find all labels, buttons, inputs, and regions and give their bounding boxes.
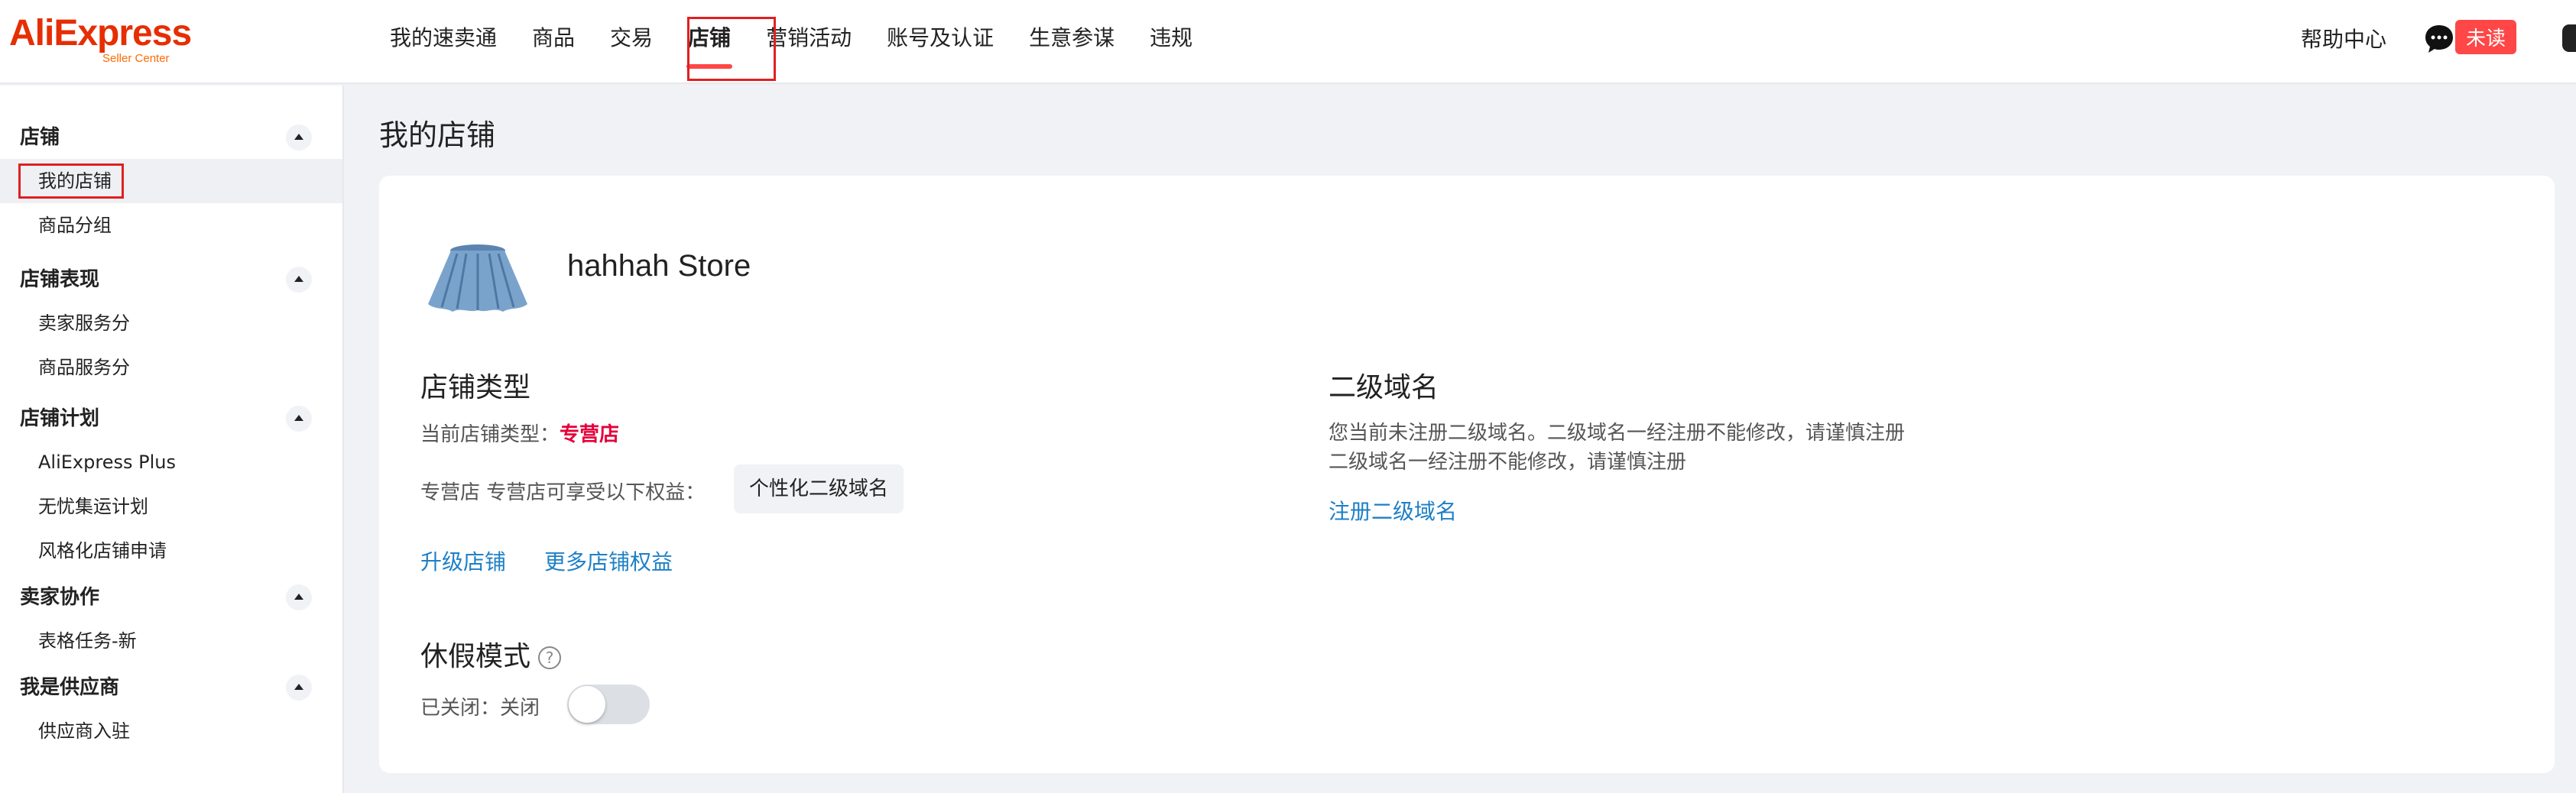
sidebar-item-sheet-tasks[interactable]: 表格任务-新: [0, 619, 342, 663]
nav-item-my-aliexpress[interactable]: 我的速卖通: [390, 0, 497, 79]
domain-desc-line-2: 二级域名一经注册不能修改，请谨慎注册: [1329, 451, 1687, 474]
benefit-tag-custom-domain: 个性化二级域名: [734, 464, 904, 513]
sidebar-item-product-groups[interactable]: 商品分组: [0, 203, 342, 248]
toggle-knob: [569, 686, 605, 723]
message-icon[interactable]: [2423, 23, 2455, 55]
logo-wordmark: AliExpress: [9, 13, 192, 53]
domain-desc-line-1: 您当前未注册二级域名。二级域名一经注册不能修改，请谨慎注册: [1329, 422, 1906, 445]
nav-item-orders[interactable]: 交易: [610, 0, 653, 79]
notification-bell-icon[interactable]: [2562, 24, 2576, 52]
sidebar-group-supplier: 我是供应商 供应商入驻: [0, 666, 342, 753]
register-domain-link[interactable]: 注册二级域名: [1329, 495, 1457, 526]
nav-item-marketing[interactable]: 营销活动: [766, 0, 852, 79]
store-type-title: 店铺类型: [420, 372, 531, 403]
upgrade-store-link[interactable]: 升级店铺: [420, 545, 506, 576]
sidebar-group-title[interactable]: 店铺表现: [0, 258, 342, 301]
logo-subtitle: Seller Center: [102, 52, 170, 65]
sidebar-group-performance: 店铺表现 卖家服务分 商品服务分: [0, 258, 342, 390]
collapse-caret-icon[interactable]: [286, 406, 312, 432]
sidebar-group-collaboration: 卖家协作 表格任务-新: [0, 576, 342, 663]
sidebar-item-aliexpress-plus[interactable]: AliExpress Plus: [0, 440, 342, 484]
current-store-type-row: 当前店铺类型：专营店: [420, 419, 619, 447]
vacation-mode-title: 休假模式: [420, 641, 531, 672]
sidebar-item-my-store[interactable]: 我的店铺: [0, 159, 342, 203]
collapse-caret-icon[interactable]: [286, 267, 312, 293]
nav-item-account[interactable]: 账号及认证: [887, 0, 994, 79]
sidebar-group-store: 店铺 我的店铺 商品分组: [0, 116, 342, 248]
aliexpress-logo[interactable]: AliExpress Seller Center: [9, 14, 193, 67]
question-help-icon[interactable]: ?: [538, 646, 562, 669]
current-store-type-label: 当前店铺类型：: [420, 423, 560, 446]
unread-badge[interactable]: 未读: [2455, 20, 2517, 54]
main-nav: 我的速卖通 商品 交易 店铺 营销活动 账号及认证 生意参谋 违规: [390, 0, 1228, 79]
domain-description: 您当前未注册二级域名。二级域名一经注册不能修改，请谨慎注册 二级域名一经注册不能…: [1329, 419, 1905, 477]
nav-item-violations[interactable]: 违规: [1150, 0, 1192, 79]
sidebar-item-product-score[interactable]: 商品服务分: [0, 345, 342, 390]
sidebar: 店铺 我的店铺 商品分组 店铺表现 卖家服务分 商品服务分 店铺计划 AliEx…: [0, 86, 344, 793]
sidebar-item-consolidation-plan[interactable]: 无忧集运计划: [0, 484, 342, 529]
store-name: hahhah Store: [567, 249, 751, 283]
active-item-highlight-box: [18, 163, 124, 199]
store-benefits-label: 专营店 专营店可享受以下权益：: [420, 481, 706, 504]
sidebar-item-supplier-join[interactable]: 供应商入驻: [0, 709, 342, 753]
nav-item-products[interactable]: 商品: [532, 0, 575, 79]
sidebar-group-plans: 店铺计划 AliExpress Plus 无忧集运计划 风格化店铺申请: [0, 397, 342, 573]
store-avatar-skirt-image: [428, 244, 527, 312]
nav-item-business-advisor[interactable]: 生意参谋: [1029, 0, 1114, 79]
top-header: AliExpress Seller Center 我的速卖通 商品 交易 店铺 …: [0, 0, 2576, 84]
collapse-caret-icon[interactable]: [286, 675, 312, 701]
sidebar-item-seller-score[interactable]: 卖家服务分: [0, 301, 342, 345]
help-center-link[interactable]: 帮助中心: [2301, 23, 2386, 53]
store-info-card: hahhah Store 店铺类型 当前店铺类型：专营店 专营店 专营店可享受以…: [379, 176, 2555, 773]
sidebar-group-title[interactable]: 店铺计划: [0, 397, 342, 440]
current-store-type-value: 专营店: [560, 423, 620, 446]
sidebar-group-title[interactable]: 店铺: [0, 116, 342, 159]
vacation-mode-toggle[interactable]: [567, 685, 650, 724]
domain-title: 二级域名: [1329, 372, 1439, 403]
sidebar-group-title[interactable]: 卖家协作: [0, 576, 342, 619]
vacation-mode-heading: 休假模式?: [420, 634, 562, 674]
sidebar-item-styled-store[interactable]: 风格化店铺申请: [0, 529, 342, 573]
vacation-status-label: 已关闭：关闭: [420, 697, 540, 720]
nav-store-highlight-box: [687, 17, 776, 81]
collapse-caret-icon[interactable]: [286, 125, 312, 151]
more-store-benefits-link[interactable]: 更多店铺权益: [544, 545, 673, 576]
page-title: 我的店铺: [379, 118, 496, 152]
sidebar-group-title[interactable]: 我是供应商: [0, 666, 342, 709]
collapse-caret-icon[interactable]: [286, 584, 312, 610]
